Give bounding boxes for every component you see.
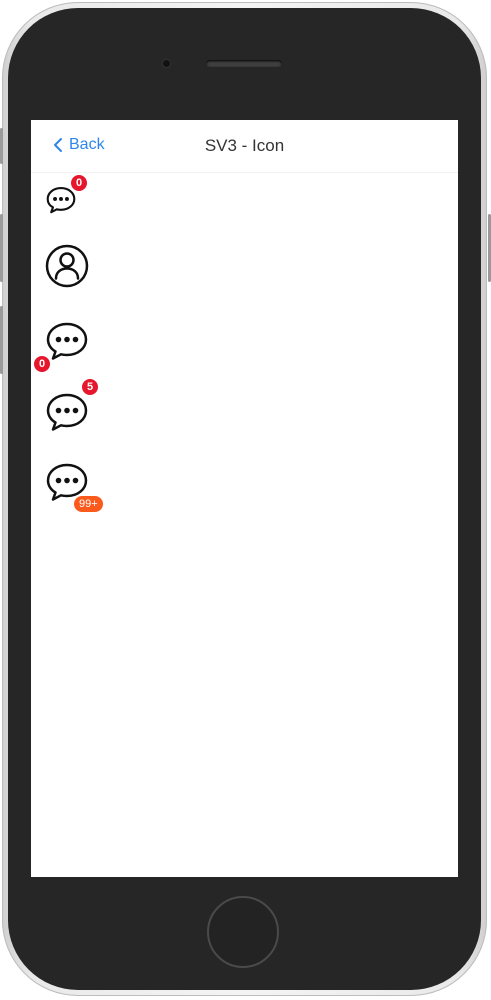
notification-badge: 99+: [74, 496, 103, 512]
mute-switch: [0, 128, 3, 164]
user-circle-icon: [45, 244, 89, 288]
earpiece-speaker: [206, 60, 282, 67]
front-camera: [163, 60, 170, 67]
chat-bubble-icon: [46, 322, 88, 360]
app-screen: Back SV3 - Icon 0 0 5 99+: [31, 120, 458, 877]
icon-item-1[interactable]: 0: [45, 175, 87, 218]
notification-badge: 0: [34, 356, 50, 372]
nav-bar: Back SV3 - Icon: [31, 120, 458, 173]
notification-badge: 5: [82, 379, 98, 395]
icon-item-4[interactable]: 5: [45, 379, 98, 436]
icon-item-3[interactable]: 0: [34, 321, 89, 372]
notification-badge: 0: [71, 175, 87, 191]
page-title: SV3 - Icon: [204, 136, 285, 155]
home-button[interactable]: [207, 896, 279, 968]
chat-bubble-icon: [46, 393, 88, 431]
icon-item-2[interactable]: [45, 244, 89, 288]
volume-up-button: [0, 214, 3, 282]
icon-item-5[interactable]: 99+: [45, 462, 103, 512]
chat-bubble-icon: [46, 187, 76, 214]
volume-down-button: [0, 306, 3, 374]
